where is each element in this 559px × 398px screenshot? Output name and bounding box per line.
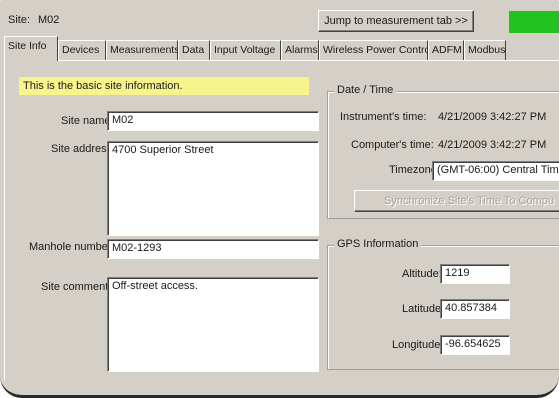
app-window: Site: M02 Jump to measurement tab >> Sit… [0, 0, 559, 398]
manhole-number-label: Manhole number: [29, 241, 115, 253]
tab-data[interactable]: Data [178, 40, 210, 60]
latitude-label: Latitude: [402, 303, 445, 315]
site-value: M02 [38, 14, 60, 26]
tab-measurements[interactable]: Measurements [106, 40, 179, 60]
altitude-label: Altitude: [402, 268, 442, 280]
synchronize-time-button[interactable]: Synchronize Site's Time To Compu [354, 190, 559, 212]
tab-wireless-power-control[interactable]: Wireless Power Control [319, 40, 433, 60]
timezone-select[interactable]: (GMT-06:00) Central Time (US & [432, 161, 559, 181]
computers-time-label: Computer's time: [351, 139, 434, 151]
jump-to-measurement-button[interactable]: Jump to measurement tab >> [318, 10, 474, 32]
site-address-field[interactable]: 4700 Superior Street [107, 141, 319, 236]
tab-adfm[interactable]: ADFM [428, 40, 464, 60]
site-name-field[interactable]: M02 [107, 111, 319, 131]
instruments-time-label: Instrument's time: [340, 111, 427, 123]
connection-status-indicator [509, 11, 559, 33]
longitude-field[interactable]: -96.654625 [440, 335, 510, 355]
computers-time-value: 4/21/2009 3:42:27 PM [438, 139, 547, 151]
latitude-field[interactable]: 40.857384 [440, 299, 510, 319]
site-comments-label: Site comments: [41, 281, 117, 293]
tab-modbus[interactable]: Modbus [464, 40, 506, 60]
manhole-number-field[interactable]: M02-1293 [107, 239, 319, 259]
gps-information-group: GPS Information Altitude: 1219 Latitude:… [327, 238, 559, 370]
info-banner: This is the basic site information. [19, 77, 309, 95]
site-label: Site: [8, 14, 31, 26]
tab-site-info[interactable]: Site Info [4, 36, 58, 61]
site-comments-field[interactable]: Off-street access. [107, 277, 319, 372]
date-time-group: Date / Time Instrument's time: 4/21/2009… [327, 84, 559, 219]
altitude-field[interactable]: 1219 [440, 264, 510, 284]
instruments-time-value: 4/21/2009 3:42:27 PM [438, 111, 547, 123]
tab-alarms[interactable]: Alarms [281, 40, 319, 60]
tab-devices[interactable]: Devices [58, 40, 106, 60]
gps-information-title: GPS Information [334, 238, 422, 250]
site-name-label: Site name: [61, 115, 114, 127]
site-address-label: Site address: [51, 143, 116, 155]
tab-input-voltage[interactable]: Input Voltage [210, 40, 281, 60]
date-time-title: Date / Time [334, 84, 397, 96]
site-info-panel: This is the basic site information. Site… [4, 60, 559, 380]
longitude-label: Longitude: [392, 339, 444, 351]
